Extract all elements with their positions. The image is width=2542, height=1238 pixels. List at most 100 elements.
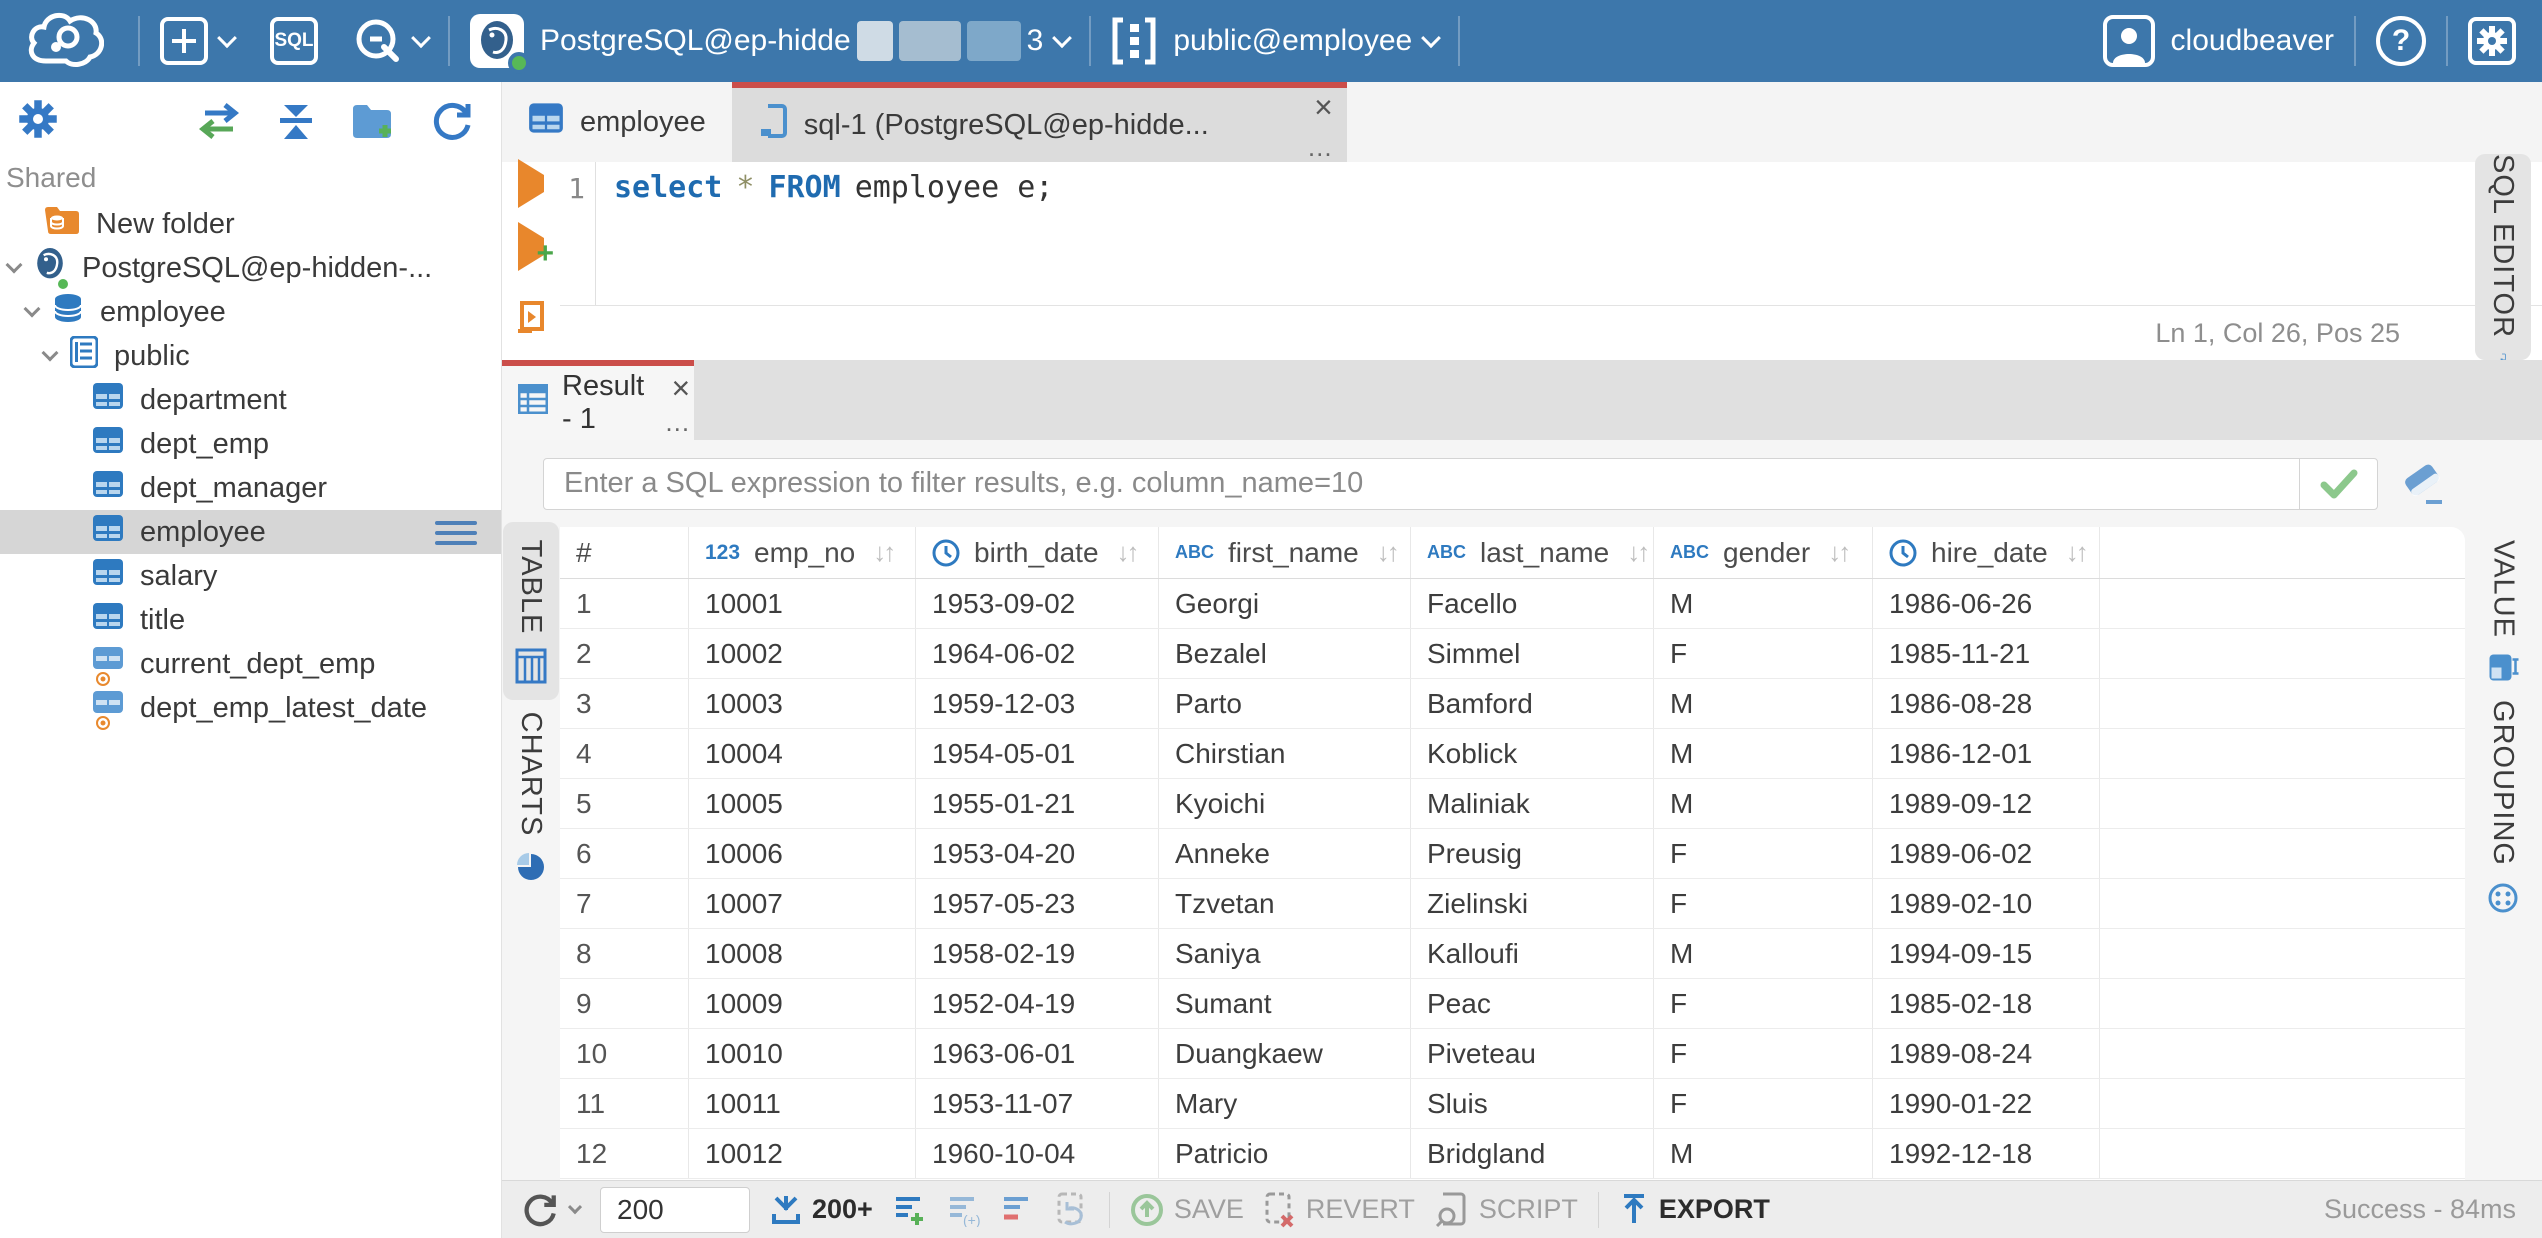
row-number-cell[interactable]: 3: [560, 679, 689, 728]
tab-sql-editor[interactable]: sql-1 (PostgreSQL@ep-hidde... ×…: [731, 82, 1347, 162]
sort-icon[interactable]: ↓↑: [1117, 537, 1140, 568]
add-row-button[interactable]: [893, 1193, 927, 1227]
tree-item-database[interactable]: employee: [0, 290, 501, 334]
refresh-icon[interactable]: [431, 100, 473, 142]
duplicate-row-button[interactable]: (+): [947, 1193, 981, 1227]
column-header-emp-no[interactable]: 123 emp_no ↓↑: [689, 527, 916, 578]
row-number-header[interactable]: #: [560, 527, 689, 578]
cell-emp-no[interactable]: 10009: [689, 979, 916, 1028]
cell-birth-date[interactable]: 1955-01-21: [916, 779, 1159, 828]
cell-birth-date[interactable]: 1953-11-07: [916, 1079, 1159, 1128]
tree-item-connection[interactable]: PostgreSQL@ep-hidden-...: [0, 246, 501, 291]
cell-gender[interactable]: M: [1654, 579, 1873, 628]
driver-manager-button[interactable]: [354, 17, 431, 65]
chevron-down-icon[interactable]: [23, 300, 41, 318]
cell-last-name[interactable]: Bridgland: [1411, 1129, 1654, 1178]
refresh-document-button[interactable]: [1055, 1192, 1089, 1228]
cell-last-name[interactable]: Bamford: [1411, 679, 1654, 728]
fetch-size-input[interactable]: [600, 1186, 750, 1233]
cell-birth-date[interactable]: 1953-09-02: [916, 579, 1159, 628]
cell-emp-no[interactable]: 10011: [689, 1079, 916, 1128]
tab-menu-icon[interactable]: …: [1307, 134, 1333, 160]
cell-birth-date[interactable]: 1953-04-20: [916, 829, 1159, 878]
cell-gender[interactable]: F: [1654, 979, 1873, 1028]
user-menu[interactable]: cloudbeaver: [2102, 15, 2334, 67]
tree-item-table[interactable]: department: [0, 378, 501, 422]
cell-hire-date[interactable]: 1992-12-18: [1873, 1129, 2100, 1178]
tab-employee[interactable]: employee: [502, 82, 732, 162]
table-row[interactable]: 5 10005 1955-01-21 Kyoichi Maliniak M 19…: [560, 779, 2465, 829]
table-row[interactable]: 8 10008 1958-02-19 Saniya Kalloufi M 199…: [560, 929, 2465, 979]
close-icon[interactable]: ×: [672, 372, 691, 404]
cell-emp-no[interactable]: 10006: [689, 829, 916, 878]
collapse-all-icon[interactable]: [275, 101, 317, 141]
cell-first-name[interactable]: Mary: [1159, 1079, 1411, 1128]
table-row[interactable]: 11 10011 1953-11-07 Mary Sluis F 1990-01…: [560, 1079, 2465, 1129]
row-number-cell[interactable]: 8: [560, 929, 689, 978]
refresh-results-button[interactable]: [522, 1192, 583, 1228]
execute-script-button[interactable]: [516, 301, 546, 333]
cell-birth-date[interactable]: 1963-06-01: [916, 1029, 1159, 1078]
cell-hire-date[interactable]: 1986-06-26: [1873, 579, 2100, 628]
cell-emp-no[interactable]: 10008: [689, 929, 916, 978]
row-number-cell[interactable]: 10: [560, 1029, 689, 1078]
sql-code-line[interactable]: select * FROM employee e;: [596, 162, 1053, 305]
cell-birth-date[interactable]: 1954-05-01: [916, 729, 1159, 778]
row-number-cell[interactable]: 11: [560, 1079, 689, 1128]
cell-last-name[interactable]: Preusig: [1411, 829, 1654, 878]
cell-emp-no[interactable]: 10005: [689, 779, 916, 828]
cell-hire-date[interactable]: 1985-02-18: [1873, 979, 2100, 1028]
cell-birth-date[interactable]: 1960-10-04: [916, 1129, 1159, 1178]
cell-hire-date[interactable]: 1986-08-28: [1873, 679, 2100, 728]
cell-emp-no[interactable]: 10002: [689, 629, 916, 678]
navigator-settings-icon[interactable]: [18, 99, 58, 144]
tree-item-table-selected[interactable]: employee: [0, 510, 501, 554]
row-number-cell[interactable]: 12: [560, 1129, 689, 1178]
cell-last-name[interactable]: Kalloufi: [1411, 929, 1654, 978]
cell-gender[interactable]: F: [1654, 1079, 1873, 1128]
cell-last-name[interactable]: Piveteau: [1411, 1029, 1654, 1078]
delete-row-button[interactable]: [1001, 1193, 1035, 1227]
execute-new-tab-button[interactable]: +: [518, 222, 554, 271]
tab-value-panel[interactable]: VALUE: [2476, 535, 2532, 690]
table-row[interactable]: 7 10007 1957-05-23 Tzvetan Zielinski F 1…: [560, 879, 2465, 929]
cell-first-name[interactable]: Georgi: [1159, 579, 1411, 628]
cell-first-name[interactable]: Bezalel: [1159, 629, 1411, 678]
cell-gender[interactable]: M: [1654, 779, 1873, 828]
cell-gender[interactable]: M: [1654, 679, 1873, 728]
schema-selector[interactable]: public@employee: [1111, 16, 1442, 66]
cell-first-name[interactable]: Sumant: [1159, 979, 1411, 1028]
cell-emp-no[interactable]: 10003: [689, 679, 916, 728]
cell-emp-no[interactable]: 10004: [689, 729, 916, 778]
sort-icon[interactable]: ↓↑: [1627, 537, 1650, 568]
cell-emp-no[interactable]: 10010: [689, 1029, 916, 1078]
code-area[interactable]: 1 select * FROM employee e;: [560, 162, 2542, 305]
sort-icon[interactable]: ↓↑: [1828, 537, 1851, 568]
tree-item-table[interactable]: title: [0, 598, 501, 642]
sort-icon[interactable]: ↓↑: [1377, 537, 1400, 568]
sort-icon[interactable]: ↓↑: [2066, 537, 2089, 568]
table-row[interactable]: 2 10002 1964-06-02 Bezalel Simmel F 1985…: [560, 629, 2465, 679]
save-button[interactable]: SAVE: [1130, 1193, 1244, 1227]
column-header-last-name[interactable]: ABC last_name ↓↑: [1411, 527, 1654, 578]
column-header-hire-date[interactable]: hire_date ↓↑: [1873, 527, 2100, 578]
tree-item-view[interactable]: dept_emp_latest_date: [0, 686, 501, 730]
cell-first-name[interactable]: Parto: [1159, 679, 1411, 728]
cell-first-name[interactable]: Saniya: [1159, 929, 1411, 978]
new-sql-editor-button[interactable]: SQL: [270, 17, 318, 65]
column-header-first-name[interactable]: ABC first_name ↓↑: [1159, 527, 1411, 578]
clear-filter-button[interactable]: [2400, 462, 2448, 506]
cell-first-name[interactable]: Duangkaew: [1159, 1029, 1411, 1078]
table-row[interactable]: 1 10001 1953-09-02 Georgi Facello M 1986…: [560, 579, 2465, 629]
tab-menu-icon[interactable]: …: [664, 409, 690, 435]
connection-selector[interactable]: PostgreSQL@ep-hidde 3: [470, 14, 1073, 74]
script-button[interactable]: SCRIPT: [1435, 1192, 1578, 1228]
column-header-gender[interactable]: ABC gender ↓↑: [1654, 527, 1873, 578]
row-number-cell[interactable]: 6: [560, 829, 689, 878]
table-row[interactable]: 4 10004 1954-05-01 Chirstian Koblick M 1…: [560, 729, 2465, 779]
cell-first-name[interactable]: Anneke: [1159, 829, 1411, 878]
tab-charts-view[interactable]: CHARTS: [503, 707, 559, 887]
cell-last-name[interactable]: Maliniak: [1411, 779, 1654, 828]
table-row[interactable]: 12 10012 1960-10-04 Patricio Bridgland M…: [560, 1129, 2465, 1179]
cell-hire-date[interactable]: 1989-06-02: [1873, 829, 2100, 878]
